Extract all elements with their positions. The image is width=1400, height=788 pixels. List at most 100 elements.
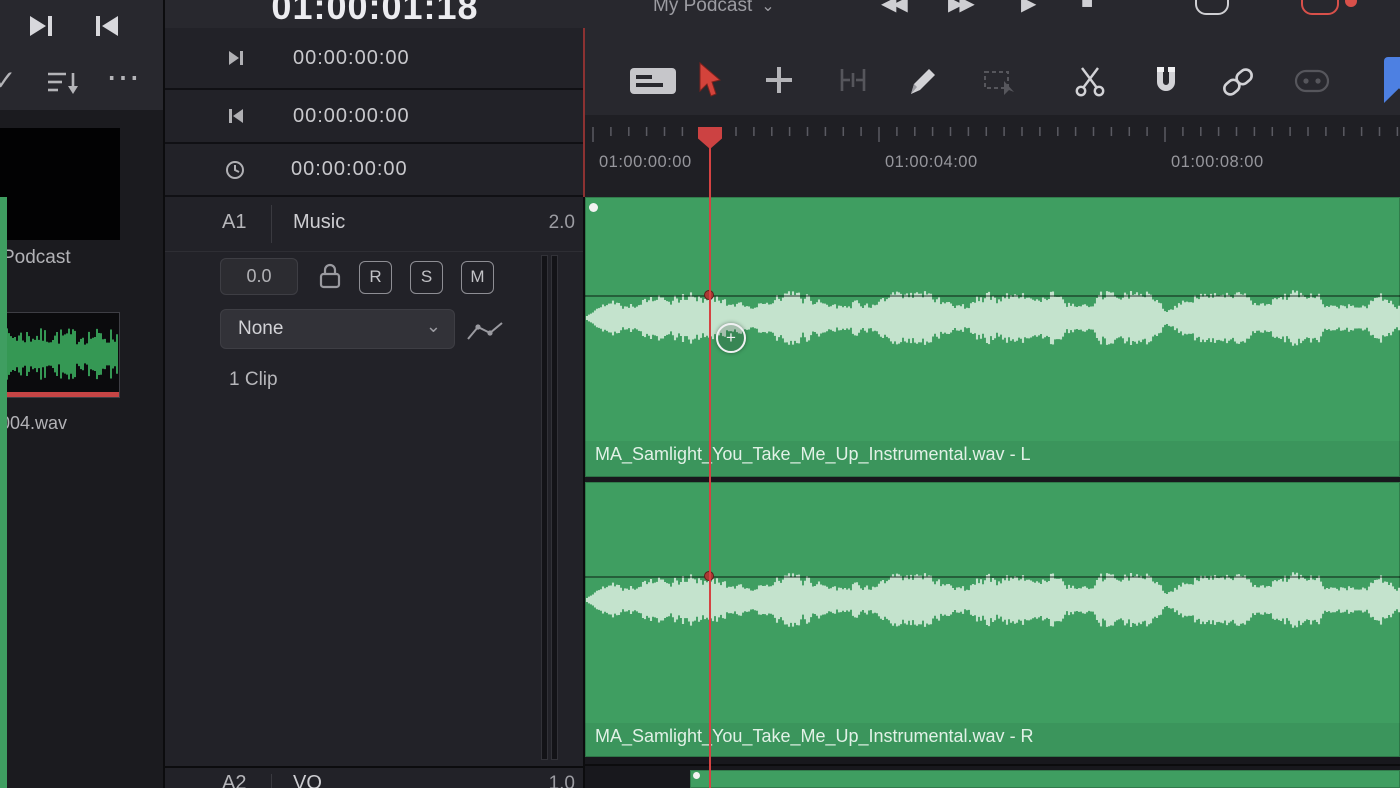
media-pool: Podcast 004.wav	[0, 110, 165, 788]
audio-clip-a1-right[interactable]: MA_Samlight_You_Take_Me_Up_Instrumental.…	[585, 482, 1400, 757]
solo-button[interactable]: S	[410, 261, 443, 294]
track-name[interactable]: Music	[293, 211, 345, 234]
effects-dropdown[interactable]: None ⌄	[220, 309, 455, 349]
ruler-label: 01:00:08:00	[1171, 153, 1264, 172]
snapping-button[interactable]	[1149, 64, 1183, 98]
skip-back-icon	[92, 11, 122, 41]
timeline-selector-label: My Podcast	[653, 0, 752, 17]
track-level-meters	[541, 255, 558, 760]
media-pool-toolbar: ✓ ⋯	[0, 55, 165, 111]
fade-handle[interactable]	[693, 772, 700, 779]
cursor-add-keyframe-icon: +	[716, 323, 746, 353]
ruler-label: 01:00:04:00	[885, 153, 978, 172]
lock-track-button[interactable]	[317, 261, 343, 291]
timeline-view-options-icon	[628, 66, 678, 96]
selection-arrow-icon	[693, 61, 721, 99]
meter-right	[551, 255, 558, 760]
selection-mode-button[interactable]	[693, 61, 721, 99]
timecode-field-1[interactable]: 00:00:00:00	[165, 28, 583, 90]
track-id: A2	[222, 772, 246, 788]
flags-markers-icon	[1294, 68, 1330, 94]
play-button[interactable]: ▶	[1021, 0, 1036, 16]
media-thumbnail-waveform	[2, 319, 119, 389]
automation-button[interactable]	[465, 318, 505, 344]
mute-button[interactable]: M	[461, 261, 494, 294]
range-selection-button[interactable]	[982, 68, 1016, 96]
sort-icon	[46, 69, 82, 97]
fairlight-page: 01:00:01:18 My Podcast ⌄ ◀◀ ▶▶ ▶ ■ ✓	[0, 0, 1400, 788]
master-timecode: 01:00:01:18	[270, 0, 480, 28]
track-format: 2.0	[533, 212, 575, 234]
top-bar: 01:00:01:18 My Podcast ⌄ ◀◀ ▶▶ ▶ ■	[165, 0, 1400, 29]
timeline-view-options-button[interactable]	[628, 66, 678, 96]
waveform-left	[585, 253, 1400, 383]
audio-clip-a1-left[interactable]: MA_Samlight_You_Take_Me_Up_Instrumental.…	[585, 197, 1400, 477]
panel-divider-red	[583, 28, 585, 197]
clock-icon	[225, 160, 245, 180]
trim-mode-button[interactable]	[836, 65, 870, 95]
timecode-field-3[interactable]: 00:00:00:00	[165, 144, 583, 197]
track-format: 1.0	[533, 773, 575, 788]
record-indicator-icon	[1345, 0, 1357, 7]
pen-tool-button[interactable]	[905, 65, 939, 97]
track-name[interactable]: VO	[293, 772, 322, 788]
checkmark-icon[interactable]: ✓	[0, 64, 16, 97]
sort-button[interactable]	[46, 69, 82, 97]
waveform-right	[585, 535, 1400, 665]
timeline-selector[interactable]: My Podcast ⌄	[653, 0, 775, 17]
track-id: A1	[222, 211, 246, 234]
loop-button[interactable]	[1195, 0, 1229, 15]
timeline-toolbar	[585, 28, 1400, 117]
lock-icon	[317, 261, 343, 291]
panel-divider	[163, 0, 165, 788]
chevron-down-icon: ⌄	[426, 316, 441, 337]
ruler-label: 01:00:00:00	[599, 153, 692, 172]
record-button[interactable]	[1301, 0, 1339, 15]
left-transport-bar	[0, 0, 165, 56]
fast-forward-button[interactable]: ▶▶	[948, 0, 971, 16]
track-volume-field[interactable]: 0.0	[220, 258, 298, 295]
effects-dropdown-value: None	[238, 318, 283, 340]
track-header-panel: 00:00:00:00 00:00:00:00 00:00:00:00 A1 M…	[165, 28, 583, 788]
skip-back-button[interactable]	[92, 11, 122, 41]
edit-point-tool-button[interactable]	[763, 64, 795, 96]
edit-point-icon	[763, 64, 795, 96]
more-options-button[interactable]: ⋯	[106, 58, 141, 98]
clip-name-label: MA_Samlight_You_Take_Me_Up_Instrumental.…	[595, 726, 1034, 747]
skip-forward-button[interactable]	[26, 11, 56, 41]
timecode-field-2[interactable]: 00:00:00:00	[165, 90, 583, 144]
record-arm-button[interactable]: R	[359, 261, 392, 294]
magnet-icon	[1149, 64, 1183, 98]
playhead[interactable]	[709, 127, 711, 788]
track-header-a2[interactable]: A2 VO 1.0	[165, 766, 583, 788]
razor-cut-button[interactable]	[1073, 64, 1107, 98]
automation-curve-icon	[465, 318, 505, 344]
stop-button[interactable]: ■	[1081, 0, 1093, 14]
range-selection-icon	[982, 68, 1016, 96]
timecode-value: 00:00:00:00	[293, 47, 410, 70]
clip-count-label: 1 Clip	[229, 369, 278, 391]
media-thumbnail-audio[interactable]	[0, 312, 120, 398]
link-clips-button[interactable]	[1219, 66, 1257, 98]
header-divider	[271, 205, 272, 243]
rewind-button[interactable]: ◀◀	[881, 0, 904, 16]
media-thumbnail-video[interactable]	[0, 128, 120, 240]
clip-name-label: MA_Samlight_You_Take_Me_Up_Instrumental.…	[595, 444, 1031, 465]
left-green-clip-edge	[0, 197, 7, 788]
track-header-a1[interactable]: A1 Music 2.0	[165, 197, 583, 252]
audio-clip-a2[interactable]	[690, 770, 1400, 788]
skip-end-icon	[227, 49, 245, 67]
flags-markers-button[interactable]	[1294, 68, 1330, 94]
track-divider	[585, 764, 1400, 766]
meter-left	[541, 255, 548, 760]
media-item-label: Podcast	[2, 247, 71, 269]
fade-handle[interactable]	[589, 203, 598, 212]
timecode-value: 00:00:00:00	[293, 105, 410, 128]
panel-divider	[583, 197, 585, 788]
header-divider	[271, 774, 272, 788]
chevron-down-icon: ⌄	[761, 0, 774, 16]
media-item-label: 004.wav	[0, 413, 67, 434]
link-icon	[1219, 66, 1257, 98]
timecode-value: 00:00:00:00	[291, 158, 408, 181]
timeline-tracks-area: MA_Samlight_You_Take_Me_Up_Instrumental.…	[585, 197, 1400, 788]
